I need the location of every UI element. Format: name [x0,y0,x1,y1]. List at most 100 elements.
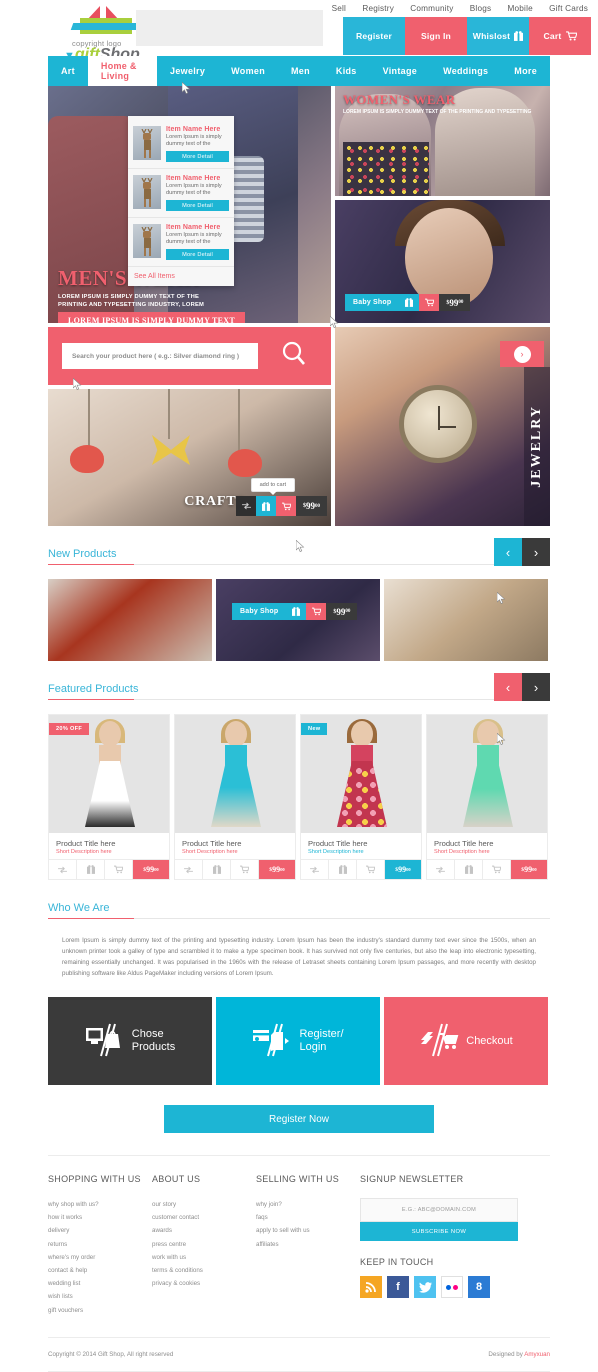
designer-link[interactable]: Amyxuan [524,1351,550,1358]
add-to-cart-icon[interactable] [231,860,259,879]
rss-icon[interactable] [360,1276,382,1298]
dropdown-item[interactable]: Item Name Here Lorem Ipsum is simply dum… [128,218,234,267]
baby-shop-label[interactable]: Baby Shop [232,603,287,620]
footer-heading: SELLING WITH US [256,1174,340,1184]
jewelry-banner[interactable]: › JEWELRY [335,327,550,526]
product-search-input[interactable] [62,343,258,369]
gift-icon[interactable] [256,496,276,516]
compare-icon[interactable] [49,860,77,879]
crafts-bird-charm [70,445,104,473]
compare-icon[interactable] [427,860,455,879]
footer-link[interactable]: how it works [48,1211,152,1224]
footer-link[interactable]: privacy & cookies [152,1277,256,1290]
new-product-card[interactable] [48,579,212,661]
new-products-prev-button[interactable]: ‹ [494,538,522,566]
nav-item-kids[interactable]: Kids [323,56,370,86]
footer-link[interactable]: customer contact [152,1211,256,1224]
add-to-cart-icon[interactable] [357,860,385,879]
header-search-panel[interactable] [136,10,323,46]
footer-link[interactable]: affiliates [256,1238,360,1251]
crafts-banner[interactable]: CRAFTS add to cart $99 00 [48,389,331,526]
compare-icon[interactable] [236,496,256,516]
add-to-cart-icon[interactable] [419,294,440,311]
flickr-icon[interactable] [441,1276,463,1298]
top-link-gift-cards[interactable]: Gift Cards [549,4,588,13]
new-products-next-button[interactable]: › [522,538,550,566]
footer-link[interactable]: gift vouchers [48,1304,152,1317]
twitter-icon[interactable] [414,1276,436,1298]
footer-link[interactable]: contact & help [48,1264,152,1277]
dropdown-see-all-link[interactable]: See All Items [128,267,234,284]
product-card[interactable]: 20% OFF Product Title here Short Descrip… [48,714,170,880]
add-to-cart-icon[interactable] [105,860,133,879]
top-link-mobile[interactable]: Mobile [508,4,533,13]
subscribe-now-button[interactable]: SUBSCRIBE NOW [360,1222,518,1241]
gift-icon[interactable] [399,294,420,311]
gift-icon[interactable] [77,860,105,879]
baby-shop-banner[interactable]: Baby Shop $99 00 [335,200,550,323]
footer-link[interactable]: faqs [256,1211,360,1224]
baby-shop-label[interactable]: Baby Shop [345,294,400,311]
nav-item-men[interactable]: Men [278,56,323,86]
featured-carousel-controls: ‹ › [494,673,550,701]
footer-link[interactable]: where's my order [48,1251,152,1264]
footer-link[interactable]: awards [152,1224,256,1237]
new-product-card[interactable] [384,579,548,661]
footer-link[interactable]: why shop with us? [48,1198,152,1211]
newsletter-email-input[interactable]: E.G.: ABC@DOMAIN.COM [360,1198,518,1222]
nav-item-home-living[interactable]: Home & Living [87,56,158,86]
sign-in-button[interactable]: Sign In [405,17,467,55]
jewelry-next-button[interactable]: › [500,341,544,367]
dropdown-item[interactable]: Item Name Here Lorem Ipsum is simply dum… [128,120,234,169]
footer-link[interactable]: press centre [152,1238,256,1251]
cart-button[interactable]: Cart [529,17,591,55]
dropdown-more-detail-button[interactable]: More Detail [166,200,229,211]
register-button[interactable]: Register [343,17,405,55]
chose-products-box[interactable]: Chose Products [48,997,212,1085]
facebook-icon[interactable]: f [387,1276,409,1298]
product-card[interactable]: Product Title here Short Description her… [174,714,296,880]
search-icon[interactable] [281,341,307,367]
top-link-community[interactable]: Community [410,4,453,13]
footer-link[interactable]: our story [152,1198,256,1211]
footer-link[interactable]: delivery [48,1224,152,1237]
footer-link[interactable]: terms & conditions [152,1264,256,1277]
add-to-cart-icon[interactable] [276,496,296,516]
compare-icon[interactable] [175,860,203,879]
dropdown-more-detail-button[interactable]: More Detail [166,151,229,162]
register-login-box[interactable]: Register/Login [216,997,380,1085]
featured-prev-button[interactable]: ‹ [494,673,522,701]
wishlist-button[interactable]: Whislost [467,17,529,55]
gift-icon[interactable] [455,860,483,879]
top-link-blogs[interactable]: Blogs [470,4,491,13]
nav-item-vintage[interactable]: Vintage [370,56,430,86]
footer-link[interactable]: why join? [256,1198,360,1211]
gift-icon[interactable] [286,603,307,620]
footer-link[interactable]: wish lists [48,1290,152,1303]
nav-item-more[interactable]: More [501,56,550,86]
top-link-sell[interactable]: Sell [332,4,346,13]
register-now-button[interactable]: Register Now [164,1105,434,1133]
nav-item-art[interactable]: Art [48,56,88,86]
featured-next-button[interactable]: › [522,673,550,701]
google-plus-icon[interactable]: 8 [468,1276,490,1298]
new-product-card[interactable]: Baby Shop $99 00 [216,579,380,661]
product-card[interactable]: Product Title here Short Description her… [426,714,548,880]
nav-item-women[interactable]: Women [218,56,278,86]
compare-icon[interactable] [301,860,329,879]
footer-link[interactable]: wedding list [48,1277,152,1290]
top-link-registry[interactable]: Registry [362,4,394,13]
dropdown-more-detail-button[interactable]: More Detail [166,249,229,260]
gift-icon[interactable] [203,860,231,879]
add-to-cart-icon[interactable] [483,860,511,879]
gift-icon[interactable] [329,860,357,879]
womens-wear-banner[interactable]: WOMEN'S WEAR LOREM IPSUM IS SIMPLY DUMMY… [335,86,550,196]
nav-item-weddings[interactable]: Weddings [430,56,501,86]
footer-link[interactable]: work with us [152,1251,256,1264]
product-card[interactable]: New Product Title here Short Description… [300,714,422,880]
dropdown-item[interactable]: Item Name Here Lorem Ipsum is simply dum… [128,169,234,218]
checkout-box[interactable]: Checkout [384,997,548,1085]
add-to-cart-icon[interactable] [306,603,327,620]
footer-link[interactable]: returns [48,1238,152,1251]
footer-link[interactable]: apply to sell with us [256,1224,360,1237]
